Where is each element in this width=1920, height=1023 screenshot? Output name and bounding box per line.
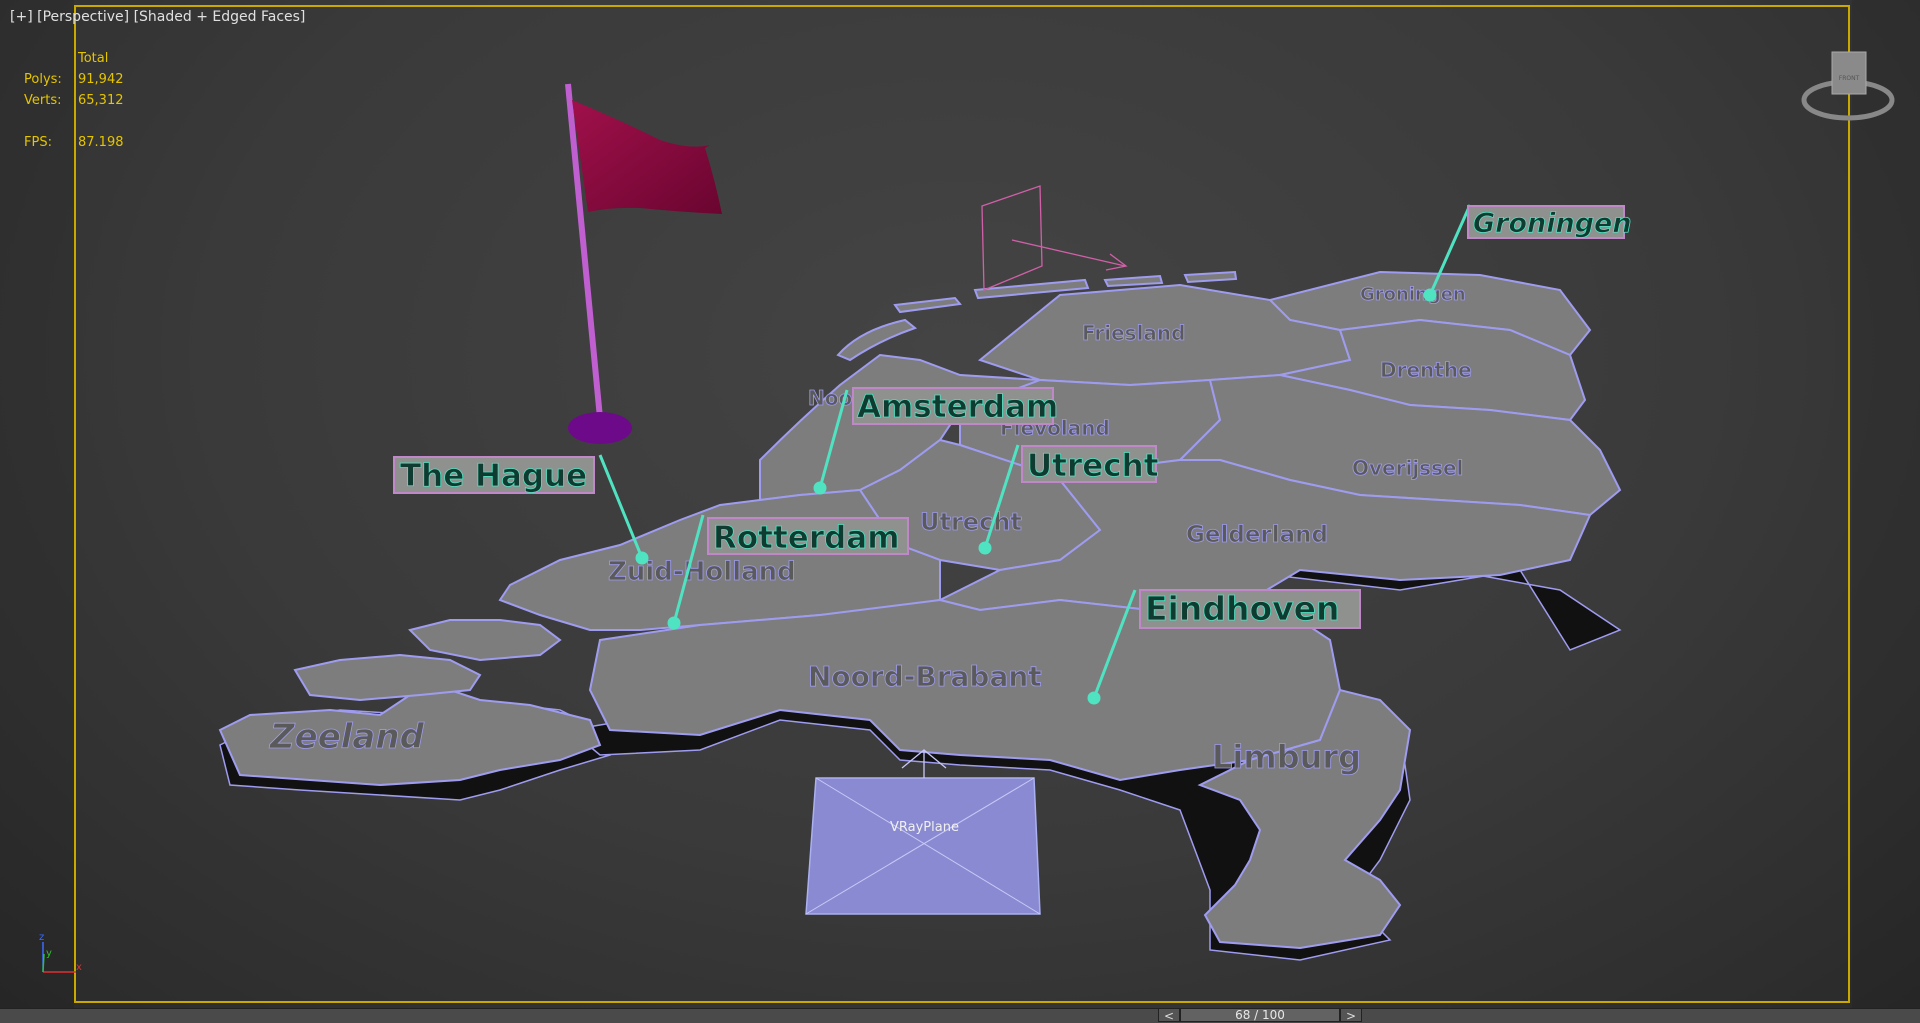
svg-text:y: y bbox=[46, 948, 52, 959]
label-limburg: Limburg bbox=[1212, 738, 1361, 776]
label-utrecht: Utrecht bbox=[920, 508, 1022, 536]
label-groningen: Groningen bbox=[1360, 284, 1466, 305]
stats-fps-value: 87.198 bbox=[78, 135, 124, 150]
city-eindhoven: Eindhoven bbox=[1145, 589, 1340, 628]
time-slider[interactable]: 68 / 100 bbox=[1180, 1008, 1340, 1022]
viewport-menu-plus[interactable]: [+] bbox=[10, 9, 33, 25]
stats-verts-value: 65,312 bbox=[78, 93, 124, 108]
city-the-hague: The Hague bbox=[400, 458, 587, 494]
wadden-island[interactable] bbox=[1183, 270, 1238, 284]
viewport-label: [+] [Perspective] [Shaded + Edged Faces] bbox=[10, 9, 305, 25]
province-zeeland[interactable] bbox=[408, 619, 562, 662]
svg-text:z: z bbox=[39, 932, 44, 943]
stats-polys-label: Polys: bbox=[24, 72, 62, 87]
time-prev-button[interactable]: < bbox=[1158, 1008, 1180, 1023]
flag-object[interactable] bbox=[565, 83, 722, 444]
axis-tripod: z y x bbox=[39, 932, 82, 973]
wadden-island[interactable] bbox=[893, 296, 962, 314]
stats-overlay: Total Polys: 91,942 Verts: 65,312 FPS: 87.1… bbox=[24, 48, 124, 153]
label-friesland: Friesland bbox=[1082, 321, 1185, 345]
viewcube[interactable]: FRONT bbox=[1798, 48, 1898, 128]
label-noord-brabant: Noord-Brabant bbox=[808, 660, 1042, 693]
wadden-island[interactable] bbox=[836, 318, 918, 362]
label-zuid-holland: Zuid-Holland bbox=[608, 557, 796, 587]
viewport-menu-perspective[interactable]: [Perspective] bbox=[37, 9, 129, 25]
stats-fps-label: FPS: bbox=[24, 135, 52, 150]
viewcube-face-label: FRONT bbox=[1839, 75, 1860, 82]
city-rotterdam: Rotterdam bbox=[713, 520, 900, 556]
vray-plane-label: VRayPlane bbox=[890, 820, 959, 835]
light-gizmo[interactable] bbox=[981, 185, 1128, 291]
label-zeeland: Zeeland bbox=[269, 717, 425, 757]
viewport-menu-shading[interactable]: [Shaded + Edged Faces] bbox=[134, 9, 306, 25]
label-drenthe: Drenthe bbox=[1380, 358, 1472, 382]
city-utrecht: Utrecht bbox=[1027, 448, 1159, 484]
svg-text:x: x bbox=[76, 962, 82, 973]
stats-polys-value: 91,942 bbox=[78, 72, 124, 87]
vray-plane[interactable]: VRayPlane bbox=[805, 749, 1041, 915]
label-overijssel: Overijssel bbox=[1352, 456, 1463, 480]
stats-header: Total bbox=[78, 51, 109, 66]
scene-canvas[interactable]: Friesland Groningen Drenthe Noord-Hollan… bbox=[0, 0, 1920, 1008]
stats-verts-label: Verts: bbox=[24, 93, 62, 108]
city-amsterdam: Amsterdam bbox=[857, 389, 1058, 425]
time-next-button[interactable]: > bbox=[1340, 1008, 1362, 1023]
timeline-bar[interactable] bbox=[0, 1008, 1920, 1023]
wadden-island[interactable] bbox=[1103, 274, 1164, 288]
city-groningen: Groningen bbox=[1473, 208, 1632, 239]
label-gelderland: Gelderland bbox=[1186, 522, 1328, 548]
